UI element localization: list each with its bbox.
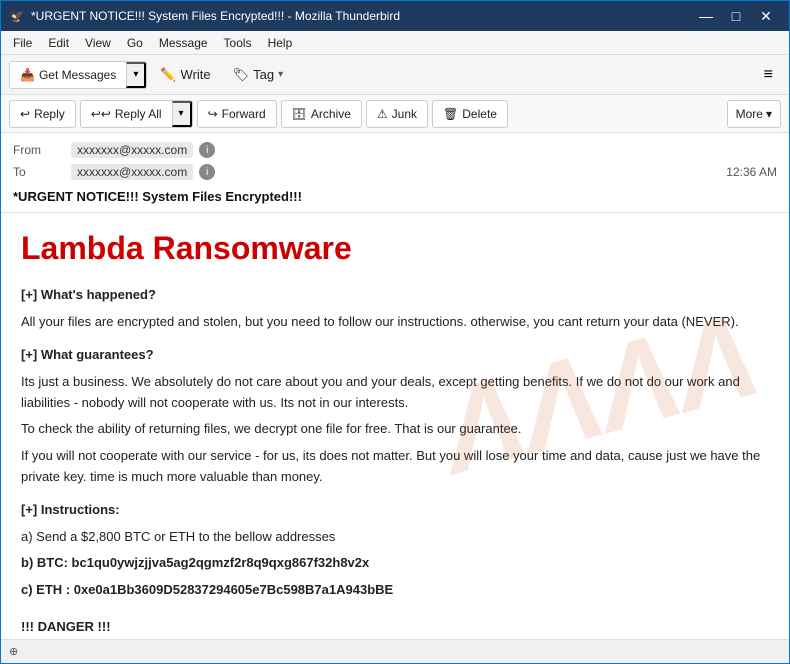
section1-text: All your files are encrypted and stolen,… xyxy=(21,312,769,333)
menu-view[interactable]: View xyxy=(77,34,119,52)
get-messages-button[interactable]: 📥 Get Messages xyxy=(10,62,126,88)
reply-button[interactable]: ↩ Reply xyxy=(9,100,76,128)
ransomware-title: Lambda Ransomware xyxy=(21,229,769,267)
email-headers: From xxxxxxx@xxxxx.com i To xxxxxxx@xxxx… xyxy=(1,133,789,213)
to-value: xxxxxxx@xxxxx.com i 12:36 AM xyxy=(71,164,777,180)
menu-file[interactable]: File xyxy=(5,34,40,52)
menu-help[interactable]: Help xyxy=(260,34,301,52)
close-button[interactable]: ✕ xyxy=(751,1,781,31)
from-info-icon[interactable]: i xyxy=(199,142,215,158)
tag-button[interactable]: 🏷 Tag ▾ xyxy=(224,62,293,88)
email-body[interactable]: ΛΛΛΛ Lambda Ransomware [+] What's happen… xyxy=(1,213,789,639)
danger-heading: !!! DANGER !!! xyxy=(21,617,769,638)
hamburger-menu[interactable]: ≡ xyxy=(756,62,781,88)
section3-heading: [+] Instructions: xyxy=(21,500,769,521)
minimize-button[interactable]: — xyxy=(691,1,721,31)
from-value: xxxxxxx@xxxxx.com i xyxy=(71,142,777,158)
to-row: To xxxxxxx@xxxxx.com i 12:36 AM xyxy=(13,161,777,183)
section-danger: !!! DANGER !!! DON'T try to change files… xyxy=(21,617,769,639)
archive-icon: 🗄 xyxy=(292,107,307,121)
section2-para2: To check the ability of returning files,… xyxy=(21,419,769,440)
toolbar: 📥 Get Messages ▾ ✏️ Write 🏷 Tag ▾ ≡ xyxy=(1,55,789,95)
menu-bar: File Edit View Go Message Tools Help xyxy=(1,31,789,55)
section3-c: c) ETH : 0xe0a1Bb3609D52837294605e7Bc598… xyxy=(21,580,769,601)
maximize-button[interactable]: □ xyxy=(721,1,751,31)
section3-b: b) BTC: bc1qu0ywjzjjva5ag2qgmzf2r8q9qxg8… xyxy=(21,553,769,574)
subject-text: *URGENT NOTICE!!! System Files Encrypted… xyxy=(13,189,302,204)
reply-all-button[interactable]: ↩↩ Reply All xyxy=(81,101,172,127)
delete-button[interactable]: 🗑 Delete xyxy=(432,100,508,128)
menu-go[interactable]: Go xyxy=(119,34,151,52)
tag-dropdown-arrow: ▾ xyxy=(278,69,283,80)
section-instructions: [+] Instructions: a) Send a $2,800 BTC o… xyxy=(21,500,769,601)
window-controls: — □ ✕ xyxy=(691,1,781,31)
main-window: 🦅 *URGENT NOTICE!!! System Files Encrypt… xyxy=(0,0,790,664)
section-guarantees: [+] What guarantees? Its just a business… xyxy=(21,345,769,488)
forward-button[interactable]: ↪ Forward xyxy=(197,100,277,128)
write-icon: ✏️ xyxy=(160,67,176,83)
to-address: xxxxxxx@xxxxx.com xyxy=(71,164,193,180)
tag-icon: 🏷 xyxy=(233,67,250,83)
reply-all-icon: ↩↩ xyxy=(91,107,111,121)
to-info-icon[interactable]: i xyxy=(199,164,215,180)
get-messages-dropdown[interactable]: ▾ xyxy=(126,62,146,88)
junk-icon: ⚠ xyxy=(377,107,388,121)
from-label: From xyxy=(13,143,63,157)
status-bar: ⊕ xyxy=(1,639,789,663)
more-dropdown-arrow: ▾ xyxy=(766,107,772,121)
get-messages-label: Get Messages xyxy=(39,68,116,82)
app-icon: 🦅 xyxy=(9,8,25,24)
section2-heading: [+] What guarantees? xyxy=(21,345,769,366)
menu-edit[interactable]: Edit xyxy=(40,34,77,52)
menu-message[interactable]: Message xyxy=(151,34,216,52)
get-messages-icon: 📥 xyxy=(20,68,35,82)
delete-icon: 🗑 xyxy=(443,107,458,121)
from-address: xxxxxxx@xxxxx.com xyxy=(71,142,193,158)
window-title: *URGENT NOTICE!!! System Files Encrypted… xyxy=(31,9,691,23)
subject-row: *URGENT NOTICE!!! System Files Encrypted… xyxy=(13,187,777,206)
title-bar: 🦅 *URGENT NOTICE!!! System Files Encrypt… xyxy=(1,1,789,31)
menu-tools[interactable]: Tools xyxy=(216,34,260,52)
archive-button[interactable]: 🗄 Archive xyxy=(281,100,362,128)
email-time: 12:36 AM xyxy=(726,165,777,179)
write-button[interactable]: ✏️ Write xyxy=(151,62,219,88)
reply-all-dropdown[interactable]: ▾ xyxy=(172,101,192,127)
from-row: From xxxxxxx@xxxxx.com i xyxy=(13,139,777,161)
section2-para3: If you will not cooperate with our servi… xyxy=(21,446,769,488)
get-messages-split: 📥 Get Messages ▾ xyxy=(9,61,147,89)
status-icon: ⊕ xyxy=(9,645,18,658)
reply-all-split: ↩↩ Reply All ▾ xyxy=(80,100,193,128)
forward-icon: ↪ xyxy=(208,107,218,121)
more-button[interactable]: More ▾ xyxy=(727,100,781,128)
junk-button[interactable]: ⚠ Junk xyxy=(366,100,428,128)
email-action-bar: ↩ Reply ↩↩ Reply All ▾ ↪ Forward 🗄 Archi… xyxy=(1,95,789,133)
reply-icon: ↩ xyxy=(20,107,30,121)
to-label: To xyxy=(13,165,63,179)
section-whats-happened: [+] What's happened? All your files are … xyxy=(21,285,769,333)
section2-para1: Its just a business. We absolutely do no… xyxy=(21,372,769,414)
section3-a: a) Send a $2,800 BTC or ETH to the bello… xyxy=(21,527,769,548)
section1-heading: [+] What's happened? xyxy=(21,285,769,306)
